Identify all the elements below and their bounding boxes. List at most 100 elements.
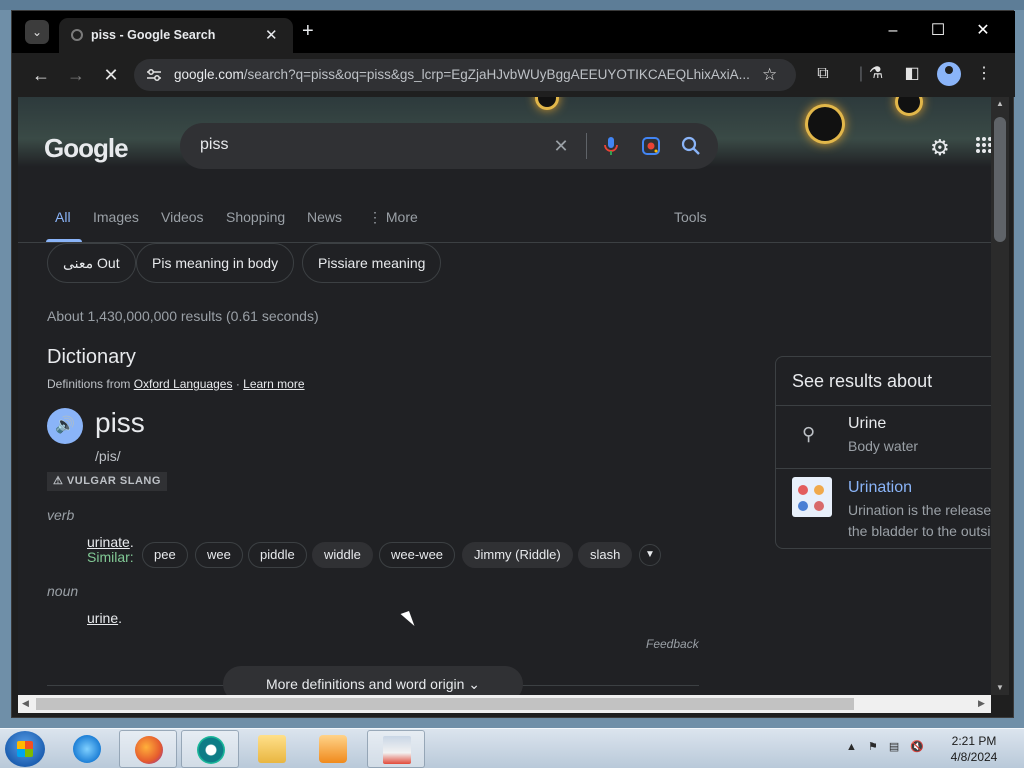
google-logo[interactable]: Google [44, 133, 129, 164]
site-info-icon[interactable] [146, 67, 162, 83]
tab-strip: ⌄ piss - Google Search ✕ + – ☐ ✕ [12, 11, 1015, 53]
stop-loading-icon[interactable]: ✕ [99, 63, 123, 87]
active-tab-underline [46, 239, 82, 242]
url-text: google.com/search?q=piss&oq=piss&gs_lcrp… [174, 67, 754, 82]
scroll-right-arrow-icon[interactable]: ▶ [978, 698, 985, 709]
entity-name-urine[interactable]: Urine [848, 415, 886, 433]
search-box[interactable]: piss ✕ [180, 123, 718, 169]
tab-news[interactable]: News [307, 209, 342, 225]
settings-gear-icon[interactable]: ⚙ [930, 135, 950, 161]
definition: urine. [87, 610, 122, 626]
definition-suffix: . [118, 610, 123, 626]
horizontal-scroll-thumb[interactable] [36, 698, 854, 710]
google-apps-icon[interactable] [976, 137, 991, 153]
search-icon: ⚲ [802, 424, 816, 444]
scroll-left-arrow-icon[interactable]: ◀ [22, 698, 29, 709]
bookmark-star-icon[interactable]: ☆ [762, 65, 777, 85]
clear-search-icon[interactable]: ✕ [550, 135, 572, 157]
vertical-scroll-thumb[interactable] [994, 117, 1006, 242]
entity-name-urination[interactable]: Urination [848, 479, 912, 497]
network-icon[interactable]: ▤ [889, 741, 899, 753]
show-hidden-icons-chevron-icon[interactable]: ▲ [846, 741, 857, 753]
internet-explorer-icon[interactable] [58, 730, 116, 768]
browser-menu-icon[interactable]: ⋮ [973, 63, 995, 85]
action-center-flag-icon[interactable]: ⚑ [868, 741, 878, 753]
tab-more-label: More [385, 209, 418, 225]
extensions-puzzle-icon[interactable]: ⧉ [812, 63, 834, 85]
definition-link[interactable]: urinate [87, 534, 130, 550]
scroll-up-arrow-icon[interactable]: ▲ [991, 99, 1009, 108]
voice-search-icon[interactable] [600, 135, 622, 157]
part-of-speech: verb [47, 507, 75, 523]
entity-subtitle: Body water [848, 438, 919, 454]
learn-more-link[interactable]: Learn more [243, 377, 304, 391]
more-definitions-button[interactable]: More definitions and word origin ⌄ [223, 666, 523, 695]
start-button-icon[interactable] [5, 731, 45, 767]
synonym-chip[interactable]: wee-wee [379, 542, 456, 568]
similar-label: Similar: [87, 549, 134, 565]
antivirus-app-icon[interactable] [367, 730, 425, 768]
vertical-scrollbar[interactable]: ▲ ▼ [991, 97, 1009, 695]
search-query[interactable]: piss [200, 136, 228, 154]
synonym-chip[interactable]: pee [142, 542, 188, 568]
panel-divider [776, 405, 991, 406]
media-player-icon[interactable] [304, 730, 362, 768]
close-window-button[interactable]: ✕ [968, 19, 998, 43]
feedback-link[interactable]: Feedback [646, 637, 699, 651]
address-bar[interactable]: google.com/search?q=piss&oq=piss&gs_lcrp… [134, 59, 796, 91]
chrome-canary-icon[interactable] [181, 730, 239, 768]
expand-synonyms-chevron-icon[interactable]: ▼ [639, 544, 661, 566]
tab-images[interactable]: Images [93, 209, 139, 225]
firefox-icon[interactable] [119, 730, 177, 768]
headword: piss [95, 407, 145, 438]
volume-muted-icon[interactable]: 🔇 [910, 741, 924, 753]
minimize-button[interactable]: – [878, 19, 908, 43]
labs-flask-icon[interactable]: ⚗ [865, 63, 887, 85]
eclipse-icon [898, 97, 920, 113]
register-badge: ⚠ VULGAR SLANG [47, 472, 167, 491]
maximize-button[interactable]: ☐ [923, 19, 953, 43]
forward-arrow-icon[interactable]: → [64, 63, 88, 87]
new-tab-button[interactable]: + [302, 19, 314, 43]
lens-camera-icon[interactable] [640, 135, 662, 157]
eclipse-icon [808, 107, 842, 141]
back-arrow-icon[interactable]: ← [29, 63, 53, 87]
taskbar-clock[interactable]: 2:21 PM 4/8/2024 [942, 733, 1006, 765]
horizontal-scrollbar[interactable]: ◀ ▶ [18, 695, 991, 713]
tab-close-icon[interactable]: ✕ [265, 26, 278, 44]
tab-all[interactable]: All [55, 209, 71, 225]
tab-tools[interactable]: Tools [674, 209, 707, 225]
see-results-about-panel: See results about ⚲ Urine Body water Uri… [775, 356, 991, 549]
result-stats: About 1,430,000,000 results (0.61 second… [47, 308, 319, 324]
tab-videos[interactable]: Videos [161, 209, 204, 225]
scroll-down-arrow-icon[interactable]: ▼ [991, 683, 1009, 692]
browser-tab-active[interactable]: piss - Google Search ✕ [59, 18, 293, 53]
panel-divider [776, 468, 991, 469]
refine-chip[interactable]: Pis meaning in body [136, 243, 295, 283]
more-definitions-label: More definitions and word origin [265, 676, 465, 692]
definition-link[interactable]: urine [87, 610, 118, 626]
profile-avatar-icon[interactable] [937, 62, 961, 86]
source-link[interactable]: Oxford Languages [134, 377, 233, 391]
refine-chip[interactable]: Pissiare meaning [302, 243, 442, 283]
definition: urinate. [87, 534, 134, 550]
tab-more[interactable]: ⋮ More [368, 209, 418, 226]
search-icon[interactable] [680, 135, 702, 157]
tab-shopping[interactable]: Shopping [226, 209, 285, 225]
panel-title: See results about [792, 371, 933, 391]
synonym-chip[interactable]: piddle [248, 542, 307, 568]
file-explorer-icon[interactable] [243, 730, 301, 768]
tab-search-button[interactable]: ⌄ [25, 20, 49, 44]
tab-title: piss - Google Search [91, 28, 216, 42]
urination-thumbnail[interactable] [792, 477, 832, 517]
search-divider [586, 133, 587, 159]
synonym-chip[interactable]: Jimmy (Riddle) [462, 542, 573, 568]
clock-time: 2:21 PM [951, 734, 997, 748]
synonym-chip[interactable]: widdle [312, 542, 373, 568]
synonym-chip[interactable]: slash [578, 542, 633, 568]
refine-chip[interactable]: معنى Out [47, 243, 136, 283]
side-panel-icon[interactable]: ◧ [901, 63, 923, 85]
desktop-background [0, 0, 1024, 10]
pronunciation-speaker-icon[interactable]: 🔊 [47, 408, 83, 444]
synonym-chip[interactable]: wee [195, 542, 243, 568]
